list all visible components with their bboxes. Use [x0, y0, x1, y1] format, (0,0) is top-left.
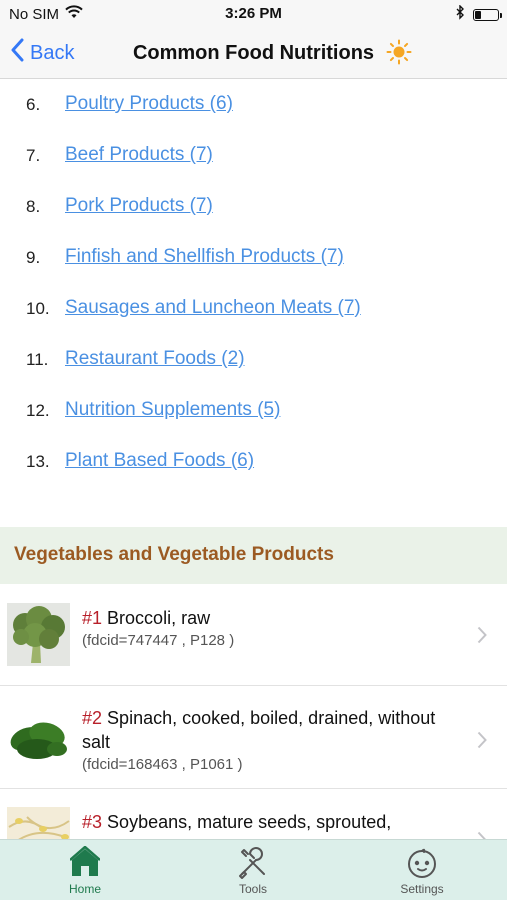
category-item: 11. Restaurant Foods (2)	[0, 346, 507, 376]
category-item: 7. Beef Products (7)	[0, 142, 507, 172]
screen: No SIM 3:26 PM Back Common Food Nutritio…	[0, 0, 507, 900]
tab-label: Settings	[400, 882, 444, 896]
category-item: 13. Plant Based Foods (6)	[0, 448, 507, 478]
food-row[interactable]: #1 Broccoli, raw (fdcid=747447 , P128 )	[0, 585, 507, 686]
battery-icon	[473, 8, 502, 21]
sun-icon[interactable]	[386, 39, 412, 70]
food-title: #3 Soybeans, mature seeds, sprouted,	[82, 810, 452, 834]
category-link-poultry[interactable]: Poultry Products (6)	[65, 93, 233, 115]
food-rank: #1	[82, 608, 103, 628]
category-number: 8.	[26, 197, 41, 216]
food-rank: #2	[82, 708, 103, 728]
status-right	[456, 4, 502, 24]
food-name: Soybeans, mature seeds, sprouted,	[107, 812, 392, 832]
status-time: 3:26 PM	[225, 5, 282, 22]
food-title: #1 Broccoli, raw	[82, 606, 452, 630]
food-text: #3 Soybeans, mature seeds, sprouted,	[82, 810, 452, 834]
food-name: Broccoli, raw	[107, 608, 211, 628]
battery-level	[475, 10, 481, 19]
category-link-plant-based[interactable]: Plant Based Foods (6)	[65, 450, 254, 472]
food-text: #1 Broccoli, raw (fdcid=747447 , P128 )	[82, 606, 452, 652]
broccoli-image	[7, 603, 70, 666]
category-link-finfish[interactable]: Finfish and Shellfish Products (7)	[65, 246, 344, 268]
food-title: #2 Spinach, cooked, boiled, drained, wit…	[82, 706, 452, 754]
food-meta: (fdcid=747447 , P128 )	[82, 632, 235, 649]
food-text: #2 Spinach, cooked, boiled, drained, wit…	[82, 706, 452, 776]
tab-label: Tools	[238, 882, 267, 896]
category-number: 10.	[26, 299, 50, 318]
section-header: Vegetables and Vegetable Products	[0, 527, 507, 584]
food-rank: #3	[82, 812, 103, 832]
chevron-right-icon	[477, 626, 487, 649]
category-number: 6.	[26, 95, 41, 114]
tab-home[interactable]: Home	[25, 845, 145, 896]
tab-label: Home	[68, 882, 101, 896]
spinach-image	[7, 705, 70, 768]
category-number: 9.	[26, 248, 41, 267]
tools-icon	[193, 846, 313, 880]
status-bar: No SIM 3:26 PM	[0, 0, 507, 28]
tab-tools[interactable]: Tools	[193, 846, 313, 896]
home-icon	[25, 845, 145, 880]
food-name: Spinach, cooked, boiled, drained, withou…	[82, 708, 436, 752]
section-title: Vegetables and Vegetable Products	[14, 544, 334, 565]
category-link-sausages[interactable]: Sausages and Luncheon Meats (7)	[65, 297, 361, 319]
tab-bar: Home Tools Settings	[0, 839, 507, 900]
food-meta: (fdcid=168463 , P1061 )	[82, 756, 243, 773]
tab-settings[interactable]: Settings	[362, 846, 482, 896]
category-item: 9. Finfish and Shellfish Products (7)	[0, 244, 507, 274]
category-number: 7.	[26, 146, 41, 165]
category-item: 6. Poultry Products (6)	[0, 91, 507, 121]
nav-bar: Back Common Food Nutritions	[0, 28, 507, 79]
category-link-beef[interactable]: Beef Products (7)	[65, 144, 213, 166]
bluetooth-icon	[456, 4, 465, 24]
category-number: 13.	[26, 452, 50, 471]
category-link-pork[interactable]: Pork Products (7)	[65, 195, 213, 217]
food-row[interactable]: #2 Spinach, cooked, boiled, drained, wit…	[0, 686, 507, 789]
chevron-right-icon	[477, 731, 487, 754]
category-link-restaurant[interactable]: Restaurant Foods (2)	[65, 348, 245, 370]
category-number: 11.	[26, 350, 49, 369]
baby-face-icon	[362, 846, 482, 880]
category-item: 12. Nutrition Supplements (5)	[0, 397, 507, 427]
category-link-supplements[interactable]: Nutrition Supplements (5)	[65, 399, 280, 421]
category-number: 12.	[26, 401, 50, 420]
category-item: 8. Pork Products (7)	[0, 193, 507, 223]
page-title: Common Food Nutritions	[132, 42, 375, 64]
category-item: 10. Sausages and Luncheon Meats (7)	[0, 295, 507, 325]
